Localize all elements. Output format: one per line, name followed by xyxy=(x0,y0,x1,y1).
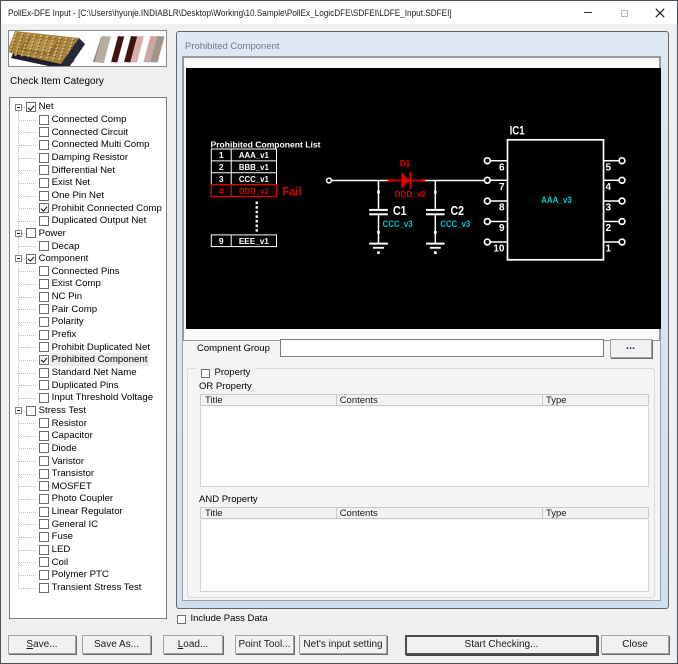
svg-text:AAA_v3: AAA_v3 xyxy=(541,195,572,206)
svg-text:3: 3 xyxy=(605,203,611,214)
svg-text:CCC_v3: CCC_v3 xyxy=(382,219,412,230)
svg-text:IC1: IC1 xyxy=(509,124,524,138)
svg-text:C2: C2 xyxy=(450,204,464,218)
svg-text:CCC_v1: CCC_v1 xyxy=(238,174,268,184)
svg-text:9: 9 xyxy=(218,236,223,246)
svg-text:7: 7 xyxy=(498,182,504,193)
svg-text:10: 10 xyxy=(493,244,505,255)
svg-text:9: 9 xyxy=(498,223,504,234)
svg-text:EEE_v1: EEE_v1 xyxy=(238,236,268,246)
svg-text:C1: C1 xyxy=(393,204,407,218)
svg-text:DDD_v2: DDD_v2 xyxy=(238,186,268,196)
svg-text:DDD_v2: DDD_v2 xyxy=(394,189,426,199)
svg-text:6: 6 xyxy=(498,162,504,173)
svg-text:D1: D1 xyxy=(399,159,410,169)
svg-text:1: 1 xyxy=(605,244,611,255)
svg-text:Prohibited Component List: Prohibited Component List xyxy=(210,140,320,150)
svg-text:CCC_v3: CCC_v3 xyxy=(440,219,470,230)
svg-text:1: 1 xyxy=(218,150,223,160)
svg-text:3: 3 xyxy=(218,174,223,184)
svg-text:2: 2 xyxy=(218,162,223,172)
svg-text:8: 8 xyxy=(498,203,504,214)
svg-text:5: 5 xyxy=(605,162,611,173)
svg-text:AAA_v1: AAA_v1 xyxy=(238,150,268,160)
svg-text:BBB_v1: BBB_v1 xyxy=(238,162,268,172)
svg-text:Fail: Fail xyxy=(282,186,301,198)
svg-text:2: 2 xyxy=(605,223,611,234)
svg-text:4: 4 xyxy=(605,182,611,193)
svg-text:4: 4 xyxy=(218,186,223,196)
